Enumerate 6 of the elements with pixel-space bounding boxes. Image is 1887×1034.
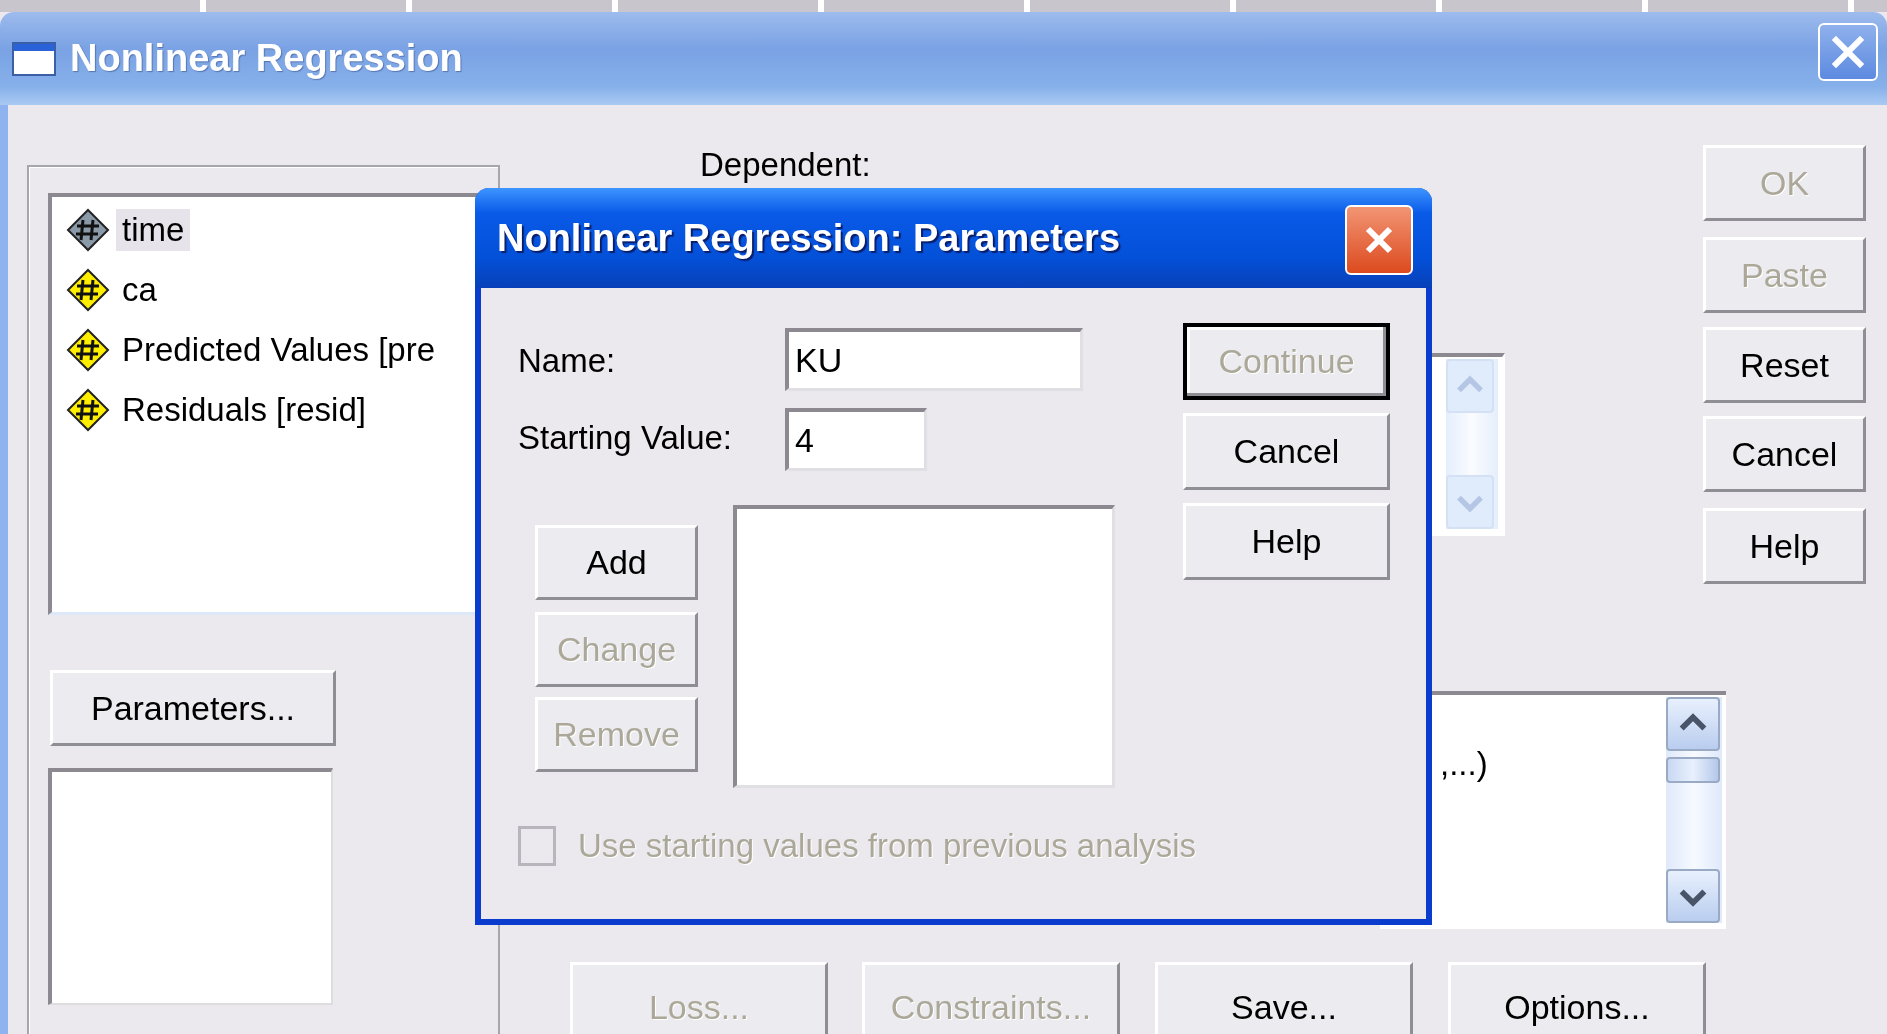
- checkbox-label: Use starting values from previous analysis: [578, 827, 1197, 865]
- window-title: Nonlinear Regression: [70, 37, 463, 80]
- model-expression-text: ,...): [1440, 745, 1488, 783]
- dependent-label: Dependent:: [700, 146, 871, 184]
- starting-value-label: Starting Value:: [518, 419, 733, 457]
- name-label: Name:: [518, 342, 616, 380]
